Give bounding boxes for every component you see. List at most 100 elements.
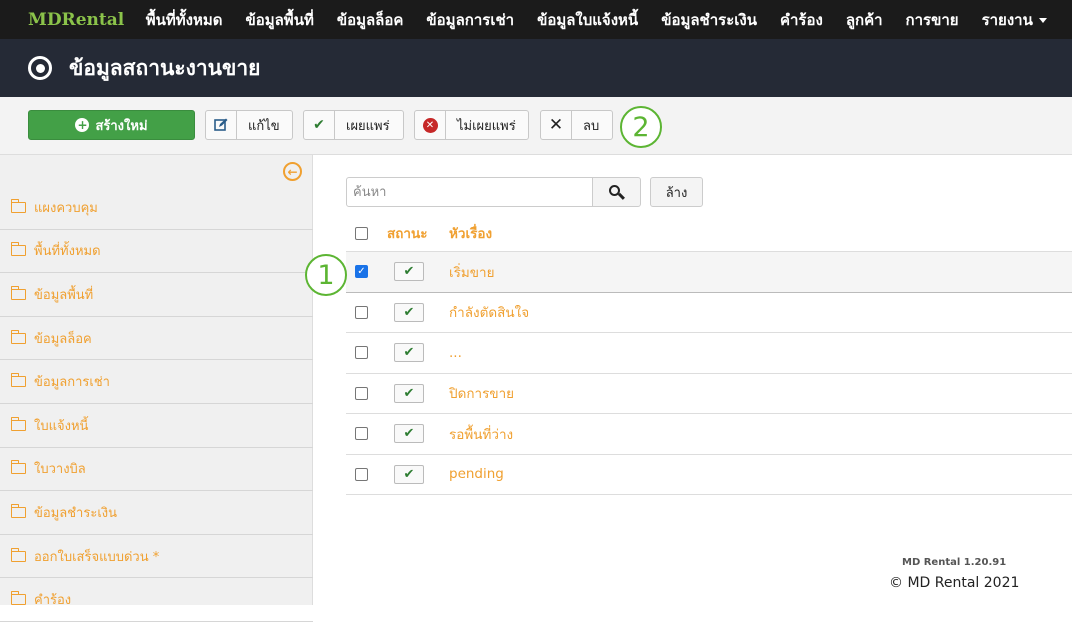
row-title-link[interactable]: pending xyxy=(449,466,1072,482)
nav-item-sales[interactable]: การขาย xyxy=(894,8,970,32)
row-title-link[interactable]: กำลังตัดสินใจ xyxy=(449,301,1072,323)
row-checkbox[interactable] xyxy=(355,305,368,319)
brand-logo[interactable]: MDRental xyxy=(28,10,124,30)
callout-two: 2 xyxy=(620,106,662,148)
edit-label: แก้ไข xyxy=(248,118,280,134)
search-button[interactable] xyxy=(592,177,641,207)
select-all-checkbox[interactable] xyxy=(355,226,368,240)
table-row[interactable]: ✔ รอพื้นที่ว่าง xyxy=(346,414,1072,455)
arrow-left-circle-icon[interactable]: ← xyxy=(283,162,302,181)
folder-icon xyxy=(10,329,26,344)
delete-button[interactable]: ✕ ลบ xyxy=(540,110,613,140)
nav-item-lock-info[interactable]: ข้อมูลล็อค xyxy=(325,8,415,32)
table-row[interactable]: ✔ ... xyxy=(346,333,1072,374)
dot-circle-icon xyxy=(28,56,52,80)
folder-icon xyxy=(10,416,26,431)
sidebar-item-billing[interactable]: ใบวางบิล xyxy=(0,448,313,492)
sidebar-item-requests[interactable]: คำร้อง xyxy=(0,578,313,622)
row-checkbox[interactable] xyxy=(355,467,368,481)
app-version: MD Rental 1.20.91 xyxy=(902,557,1007,568)
create-new-label: สร้างใหม่ xyxy=(95,118,148,134)
sidebar-item-payment-info[interactable]: ข้อมูลชำระเงิน xyxy=(0,491,313,535)
clear-button[interactable]: ล้าง xyxy=(650,177,703,207)
table-row[interactable]: ✔ pending xyxy=(346,455,1072,495)
folder-icon xyxy=(10,503,26,518)
nav-item-customers[interactable]: ลูกค้า xyxy=(834,8,894,32)
status-column-header[interactable]: สถานะ xyxy=(387,222,449,244)
row-checkbox[interactable] xyxy=(355,346,368,360)
sidebar-item-invoices[interactable]: ใบแจ้งหนี้ xyxy=(0,404,313,448)
edit-button[interactable]: แก้ไข xyxy=(205,110,293,140)
sidebar-item-label: ใบวางบิล xyxy=(34,462,86,478)
published-check-icon[interactable]: ✔ xyxy=(394,302,424,322)
nav-item-reports[interactable]: รายงาน xyxy=(970,8,1058,32)
row-checkbox[interactable] xyxy=(355,427,368,441)
toolbar: + สร้างใหม่ แก้ไข ✔ เผยแพร่ ✕ ไม่เผยแพร่… xyxy=(0,97,1072,155)
search-input[interactable] xyxy=(346,177,593,207)
row-title-link[interactable]: เริ่มขาย xyxy=(449,261,1072,283)
sidebar-item-label: ข้อมูลพื้นที่ xyxy=(34,287,94,303)
sidebar-item-all-areas[interactable]: พื้นที่ทั้งหมด xyxy=(0,230,313,274)
edit-icon xyxy=(206,111,237,139)
nav-item-payment-info[interactable]: ข้อมูลชำระเงิน xyxy=(650,8,769,32)
create-new-button[interactable]: + สร้างใหม่ xyxy=(28,110,195,140)
copyright-text: © MD Rental 2021 xyxy=(889,575,1020,591)
nav-item-requests[interactable]: คำร้อง xyxy=(768,8,834,32)
published-check-icon[interactable]: ✔ xyxy=(394,343,424,363)
publish-label: เผยแพร่ xyxy=(346,118,390,134)
check-icon: ✔ xyxy=(304,111,335,139)
table-row[interactable]: ✔ ปิดการขาย xyxy=(346,374,1072,414)
sidebar-item-dashboard[interactable]: แผงควบคุม xyxy=(0,186,313,230)
sidebar-item-label: ข้อมูลการเช่า xyxy=(34,375,110,391)
top-navbar: MDRental พื้นที่ทั้งหมด ข้อมูลพื้นที่ ข้… xyxy=(0,0,1072,39)
sidebar-list: แผงควบคุม พื้นที่ทั้งหมด ข้อมูลพื้นที่ ข… xyxy=(0,186,313,622)
table-row[interactable]: ✓ ✔ เริ่มขาย xyxy=(346,252,1072,293)
sidebar-item-lock-info[interactable]: ข้อมูลล็อค xyxy=(0,317,313,361)
main-content: ล้าง สถานะ หัวเรื่อง ✓ ✔ เริ่มขาย ✔ กำลั… xyxy=(314,155,1072,605)
sidebar-item-label: แผงควบคุม xyxy=(34,200,98,216)
published-check-icon[interactable]: ✔ xyxy=(394,262,424,282)
sidebar-item-label: ใบแจ้งหนี้ xyxy=(34,418,89,434)
caret-down-icon xyxy=(1038,17,1047,23)
row-title-link[interactable]: ... xyxy=(449,345,1072,361)
row-checkbox[interactable]: ✓ xyxy=(355,265,368,279)
nav-item-rental-info[interactable]: ข้อมูลการเช่า xyxy=(415,8,526,32)
plus-circle-icon: + xyxy=(75,118,90,132)
folder-icon xyxy=(10,373,26,388)
nav-item-all-areas[interactable]: พื้นที่ทั้งหมด xyxy=(134,8,234,32)
page-title: ข้อมูลสถานะงานขาย xyxy=(69,55,261,80)
folder-icon xyxy=(10,242,26,257)
close-icon: ✕ xyxy=(541,111,572,139)
row-checkbox[interactable] xyxy=(355,386,368,400)
published-check-icon[interactable]: ✔ xyxy=(394,464,424,484)
table-header: สถานะ หัวเรื่อง xyxy=(346,215,1072,252)
delete-label: ลบ xyxy=(583,118,600,134)
times-circle-icon: ✕ xyxy=(415,111,446,139)
callout-one: 1 xyxy=(305,254,347,296)
sidebar-item-quick-receipt[interactable]: ออกใบเสร็จแบบด่วน * xyxy=(0,535,313,579)
table-row[interactable]: ✔ กำลังตัดสินใจ xyxy=(346,293,1072,333)
nav-item-reports-label: รายงาน xyxy=(981,10,1033,29)
sidebar-item-label: ข้อมูลชำระเงิน xyxy=(34,505,117,521)
unpublish-button[interactable]: ✕ ไม่เผยแพร่ xyxy=(414,110,529,140)
sidebar-item-label: คำร้อง xyxy=(34,593,72,609)
sidebar-item-rental-info[interactable]: ข้อมูลการเช่า xyxy=(0,360,313,404)
published-check-icon[interactable]: ✔ xyxy=(394,424,424,444)
folder-icon xyxy=(10,285,26,300)
folder-icon xyxy=(10,460,26,475)
unpublish-label: ไม่เผยแพร่ xyxy=(457,118,516,134)
nav-item-invoice-info[interactable]: ข้อมูลใบแจ้งหนี้ xyxy=(526,8,650,32)
publish-button[interactable]: ✔ เผยแพร่ xyxy=(303,110,404,140)
sidebar-item-label: ออกใบเสร็จแบบด่วน * xyxy=(34,549,160,565)
folder-icon xyxy=(10,547,26,562)
folder-icon xyxy=(10,591,26,606)
sidebar-item-label: ข้อมูลล็อค xyxy=(34,331,92,347)
published-check-icon[interactable]: ✔ xyxy=(394,383,424,403)
search-icon xyxy=(609,184,620,196)
row-title-link[interactable]: ปิดการขาย xyxy=(449,382,1072,404)
nav-item-area-info[interactable]: ข้อมูลพื้นที่ xyxy=(234,8,325,32)
sidebar: ← แผงควบคุม พื้นที่ทั้งหมด ข้อมูลพื้นที่… xyxy=(0,155,313,622)
row-title-link[interactable]: รอพื้นที่ว่าง xyxy=(449,423,1072,445)
sidebar-item-area-info[interactable]: ข้อมูลพื้นที่ xyxy=(0,273,313,317)
title-column-header[interactable]: หัวเรื่อง xyxy=(449,222,1072,244)
